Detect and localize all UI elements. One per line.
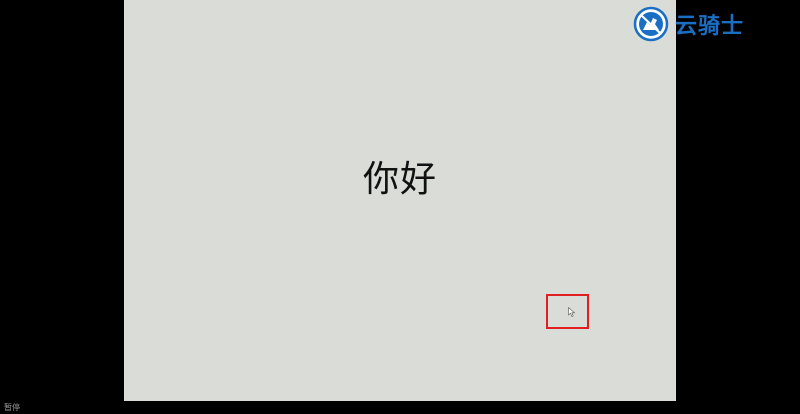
slide-text: 你好 bbox=[362, 159, 437, 200]
slide-canvas: 你好 bbox=[124, 0, 676, 401]
watermark-text: 云骑士 bbox=[674, 14, 744, 39]
watermark: 云骑士 bbox=[633, 6, 744, 42]
knight-logo-icon bbox=[633, 6, 669, 42]
mouse-pointer-icon bbox=[568, 307, 576, 317]
status-label: 暂停 bbox=[4, 403, 20, 412]
player-screen: 你好 云骑士 暂停 bbox=[0, 0, 800, 414]
